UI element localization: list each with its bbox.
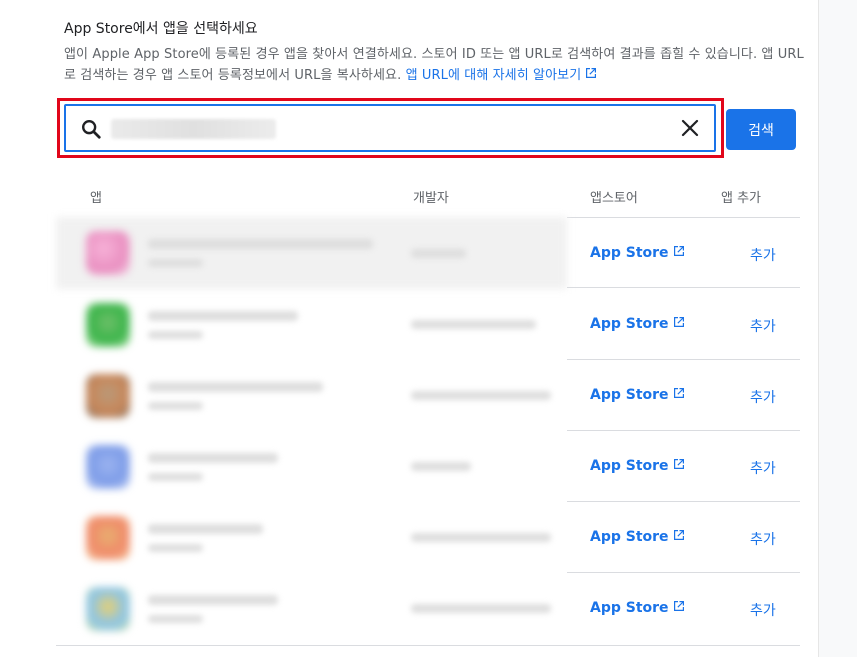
column-header-developer: 개발자 — [413, 191, 449, 206]
external-link-icon — [673, 600, 685, 616]
right-side-panel — [818, 0, 857, 657]
column-header-app-store: 앱스토어 — [590, 191, 638, 206]
external-link-icon — [673, 245, 685, 261]
add-app-button[interactable]: 추가 — [750, 458, 776, 478]
developer-redacted — [411, 320, 536, 329]
app-store-link-label: App Store — [590, 458, 669, 474]
external-link-icon — [673, 316, 685, 332]
app-name-redacted — [148, 382, 323, 392]
app-icon — [86, 231, 130, 275]
add-app-button[interactable]: 추가 — [750, 387, 776, 407]
app-store-link-label: App Store — [590, 316, 669, 332]
column-header-add-app: 앱 추가 — [721, 191, 762, 206]
developer-redacted — [411, 604, 551, 613]
app-store-link[interactable]: App Store — [590, 458, 685, 474]
developer-redacted — [411, 249, 466, 258]
app-store-link[interactable]: App Store — [590, 387, 685, 403]
table-row: App Store 추가 — [56, 217, 800, 289]
add-app-button[interactable]: 추가 — [750, 529, 776, 549]
app-icon — [86, 374, 130, 418]
app-id-redacted — [148, 473, 203, 481]
developer-redacted — [411, 391, 551, 400]
app-store-link[interactable]: App Store — [590, 529, 685, 545]
clear-icon[interactable] — [680, 118, 700, 142]
add-app-button[interactable]: 추가 — [750, 245, 776, 265]
help-link-label: 앱 URL에 대해 자세히 알아보기 — [405, 68, 582, 83]
table-bottom-border — [56, 645, 800, 646]
app-icon — [86, 587, 130, 631]
app-id-redacted — [148, 331, 203, 339]
app-store-link[interactable]: App Store — [590, 245, 685, 261]
search-button[interactable]: 검색 — [726, 109, 796, 150]
app-icon — [86, 445, 130, 489]
app-store-link-label: App Store — [590, 529, 669, 545]
table-row: App Store 추가 — [56, 289, 800, 360]
app-icon — [86, 516, 130, 560]
app-name-redacted — [148, 595, 278, 605]
app-id-redacted — [148, 402, 203, 410]
external-link-icon — [673, 458, 685, 474]
app-store-link[interactable]: App Store — [590, 600, 685, 616]
row-hover-bg — [56, 217, 567, 289]
description: 앱이 Apple App Store에 등록된 경우 앱을 찾아서 연결하세요.… — [64, 44, 804, 86]
row-divider — [567, 287, 800, 288]
page-title: App Store에서 앱을 선택하세요 — [64, 21, 258, 37]
column-header-app: 앱 — [90, 191, 102, 206]
external-link-icon — [585, 65, 597, 86]
add-app-button[interactable]: 추가 — [750, 316, 776, 336]
app-store-link-label: App Store — [590, 387, 669, 403]
app-store-link-label: App Store — [590, 245, 669, 261]
table-row: App Store 추가 — [56, 360, 800, 431]
developer-redacted — [411, 533, 551, 542]
external-link-icon — [673, 387, 685, 403]
table-row: App Store 추가 — [56, 573, 800, 644]
results-table: App Store 추가 App Store 추가 App Store 추가 A… — [56, 217, 800, 657]
external-link-icon — [673, 529, 685, 545]
add-app-button[interactable]: 추가 — [750, 600, 776, 620]
app-id-redacted — [148, 259, 203, 267]
app-name-redacted — [148, 453, 278, 463]
table-row: App Store 추가 — [56, 502, 800, 573]
search-input[interactable] — [106, 112, 670, 146]
app-store-link-label: App Store — [590, 600, 669, 616]
app-name-redacted — [148, 524, 263, 534]
table-row: App Store 추가 — [56, 431, 800, 502]
app-id-redacted — [148, 544, 203, 552]
search-icon — [80, 118, 102, 144]
developer-redacted — [411, 462, 471, 471]
search-box[interactable] — [64, 104, 716, 152]
help-link[interactable]: 앱 URL에 대해 자세히 알아보기 — [406, 68, 598, 83]
app-store-link[interactable]: App Store — [590, 316, 685, 332]
app-name-redacted — [148, 311, 298, 321]
app-name-redacted — [148, 239, 373, 249]
app-id-redacted — [148, 615, 203, 623]
app-icon — [86, 303, 130, 347]
